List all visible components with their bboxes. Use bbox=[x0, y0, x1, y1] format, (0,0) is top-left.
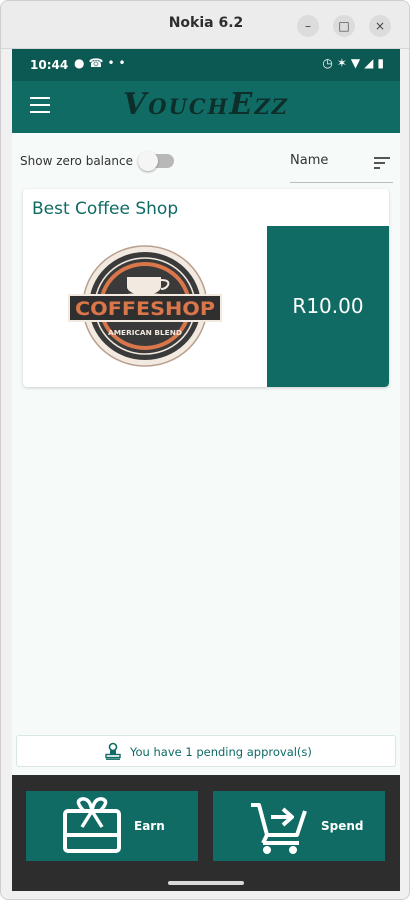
more-icon: •• bbox=[107, 56, 130, 70]
person-stamp-icon bbox=[105, 742, 121, 760]
status-bar: 10:44 ●☎•• ◷✶▼◢▮ bbox=[12, 49, 400, 81]
pending-approvals-banner[interactable]: You have 1 pending approval(s) bbox=[16, 735, 396, 767]
voucher-amount: R10.00 bbox=[292, 294, 364, 318]
coffeeshop-logo-tagline: AMERICAN BLEND bbox=[108, 329, 182, 337]
signal-icon: ◢ bbox=[364, 56, 378, 70]
maximize-button[interactable]: □ bbox=[333, 15, 355, 37]
phone-screen: 10:44 ●☎•• ◷✶▼◢▮ VouchEzz Show zero bala… bbox=[12, 49, 400, 891]
voucher-shop-name: Best Coffee Shop bbox=[32, 199, 179, 219]
sort-icon[interactable] bbox=[374, 157, 390, 169]
gift-card-icon bbox=[63, 797, 121, 853]
voucher-card[interactable]: Best Coffee Shop COFFESHOP AMERICAN BLEN… bbox=[23, 189, 389, 387]
whatsapp-icon: ☎ bbox=[88, 56, 108, 70]
home-indicator[interactable] bbox=[168, 881, 244, 885]
wifi-icon: ▼ bbox=[350, 56, 365, 70]
emulator-window: Nokia 6.2 – □ × 10:44 ●☎•• ◷✶▼◢▮ VouchEz… bbox=[0, 0, 410, 900]
show-zero-balance-label: Show zero balance bbox=[20, 154, 133, 168]
show-zero-balance-toggle[interactable] bbox=[138, 151, 174, 171]
bluetooth-icon: ✶ bbox=[336, 56, 351, 70]
voucher-amount-box: R10.00 bbox=[267, 226, 389, 387]
earn-button[interactable]: Earn bbox=[26, 791, 198, 861]
alarm-icon: ◷ bbox=[322, 56, 337, 70]
filter-controls: Show zero balance Name bbox=[12, 145, 400, 189]
status-right-icons: ◷✶▼◢▮ bbox=[322, 56, 388, 70]
chat-bubble-icon: ● bbox=[74, 56, 89, 70]
sort-dropdown[interactable]: Name bbox=[290, 145, 393, 183]
sort-value: Name bbox=[290, 153, 329, 168]
minimize-button[interactable]: – bbox=[297, 15, 319, 37]
battery-icon: ▮ bbox=[377, 56, 388, 70]
close-button[interactable]: × bbox=[369, 15, 391, 37]
spend-button[interactable]: Spend bbox=[213, 791, 385, 861]
status-time: 10:44 bbox=[30, 58, 69, 72]
cart-arrow-icon bbox=[251, 803, 307, 854]
bottom-action-bar: Earn Spend bbox=[12, 775, 400, 891]
app-logo: VouchEzz bbox=[123, 87, 289, 122]
spend-label: Spend bbox=[321, 819, 364, 833]
app-bar: VouchEzz bbox=[12, 81, 400, 133]
earn-label: Earn bbox=[134, 819, 165, 833]
pending-approvals-text: You have 1 pending approval(s) bbox=[130, 745, 312, 759]
toggle-knob bbox=[138, 151, 158, 171]
status-left-icons: ●☎•• bbox=[74, 56, 130, 70]
window-titlebar: Nokia 6.2 – □ × bbox=[1, 1, 409, 49]
coffeeshop-logo-text: COFFESHOP bbox=[75, 298, 215, 320]
coffeeshop-logo: COFFESHOP AMERICAN BLEND bbox=[68, 245, 222, 367]
